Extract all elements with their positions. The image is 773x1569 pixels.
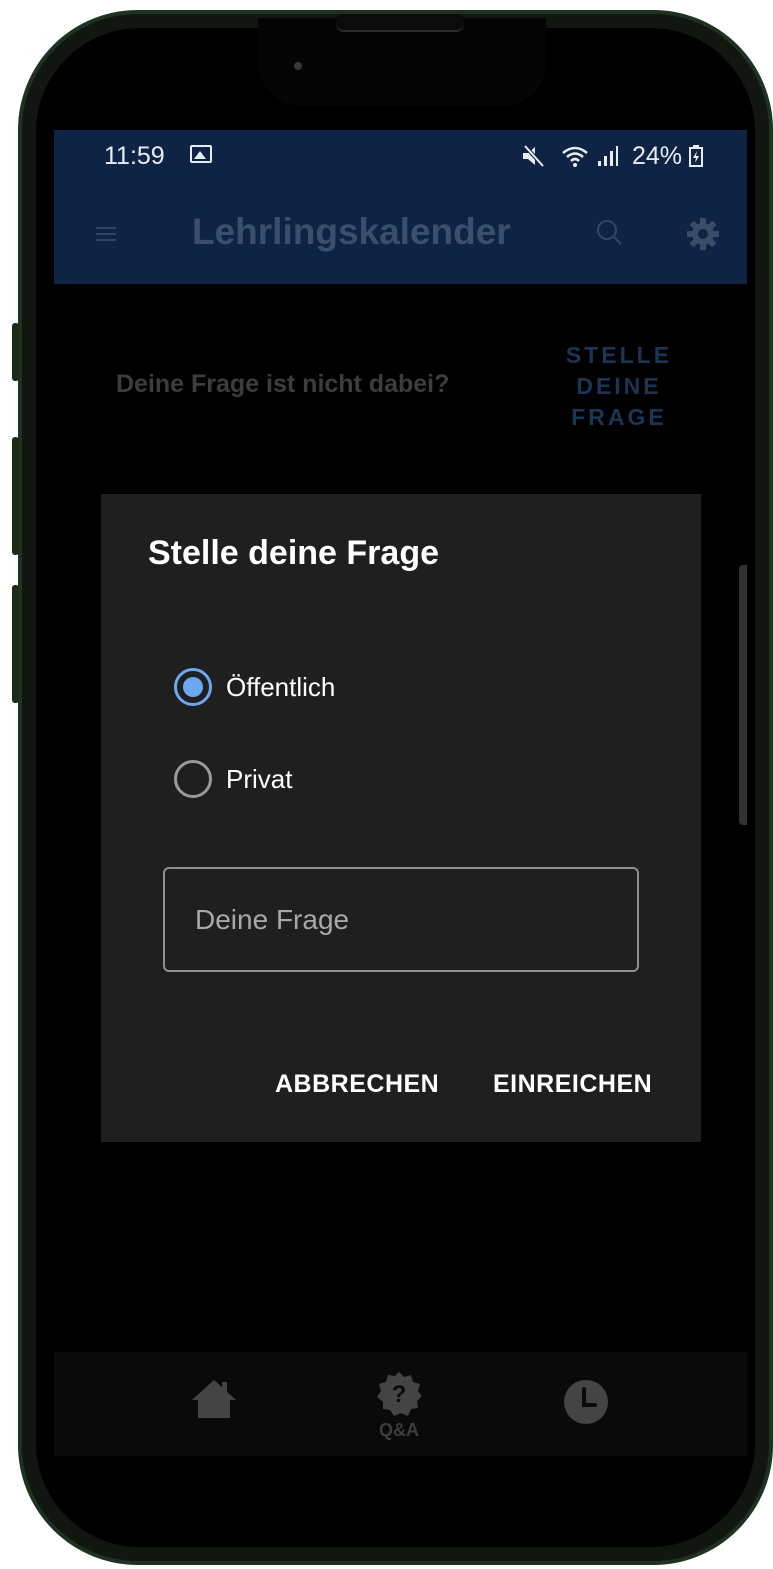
app-bar: Lehrlingskalender: [54, 185, 747, 284]
ask-question-dialog: Stelle deine Frage Öffentlich Privat ABB…: [101, 494, 701, 1142]
battery-percent: 24%: [632, 142, 683, 170]
status-bar: 11:59 24%: [54, 130, 747, 185]
gear-icon[interactable]: [686, 217, 720, 251]
battery-charging-icon: [689, 145, 703, 167]
signal-icon: [598, 146, 619, 166]
gallery-icon: [190, 145, 212, 163]
cta-line: STELLE: [565, 342, 673, 368]
speaker: [336, 14, 464, 32]
svg-text:?: ?: [392, 1381, 407, 1408]
volume-up-button: [12, 437, 19, 555]
question-badge-icon: ?: [377, 1372, 422, 1416]
cta-line: FRAGE: [571, 404, 667, 430]
home-icon: [192, 1380, 236, 1418]
mute-switch: [12, 323, 19, 381]
status-icons: 24%: [521, 142, 703, 171]
bottom-nav: ? Q&A: [54, 1352, 747, 1456]
status-time: 11:59: [104, 142, 165, 170]
radio-button-checked[interactable]: [174, 668, 212, 706]
cta-line: DEINE: [576, 373, 662, 399]
cancel-button[interactable]: ABBRECHEN: [275, 1070, 439, 1099]
mute-icon: [523, 144, 545, 168]
question-input[interactable]: [163, 867, 639, 972]
volume-down-button: [12, 585, 19, 703]
nav-item-home[interactable]: [154, 1352, 274, 1456]
nav-item-clock[interactable]: [526, 1352, 646, 1456]
scroll-indicator[interactable]: [739, 565, 747, 825]
nav-label-qa: Q&A: [379, 1420, 419, 1440]
front-camera: [294, 62, 302, 70]
search-icon[interactable]: [596, 219, 622, 245]
wifi-icon: [562, 146, 588, 167]
radio-button-unchecked[interactable]: [174, 760, 212, 798]
ask-question-link[interactable]: STELLE DEINE FRAGE: [559, 340, 679, 433]
dialog-title: Stelle deine Frage: [148, 534, 439, 572]
radio-label-public: Öffentlich: [226, 672, 336, 702]
menu-icon[interactable]: [96, 227, 116, 241]
submit-button[interactable]: EINREICHEN: [493, 1070, 652, 1099]
hint-text: Deine Frage ist nicht dabei?: [116, 370, 450, 398]
nav-item-qa[interactable]: ? Q&A: [339, 1352, 459, 1456]
radio-label-private: Privat: [226, 764, 293, 794]
app-title: Lehrlingskalender: [192, 211, 511, 252]
clock-icon: [564, 1380, 608, 1424]
